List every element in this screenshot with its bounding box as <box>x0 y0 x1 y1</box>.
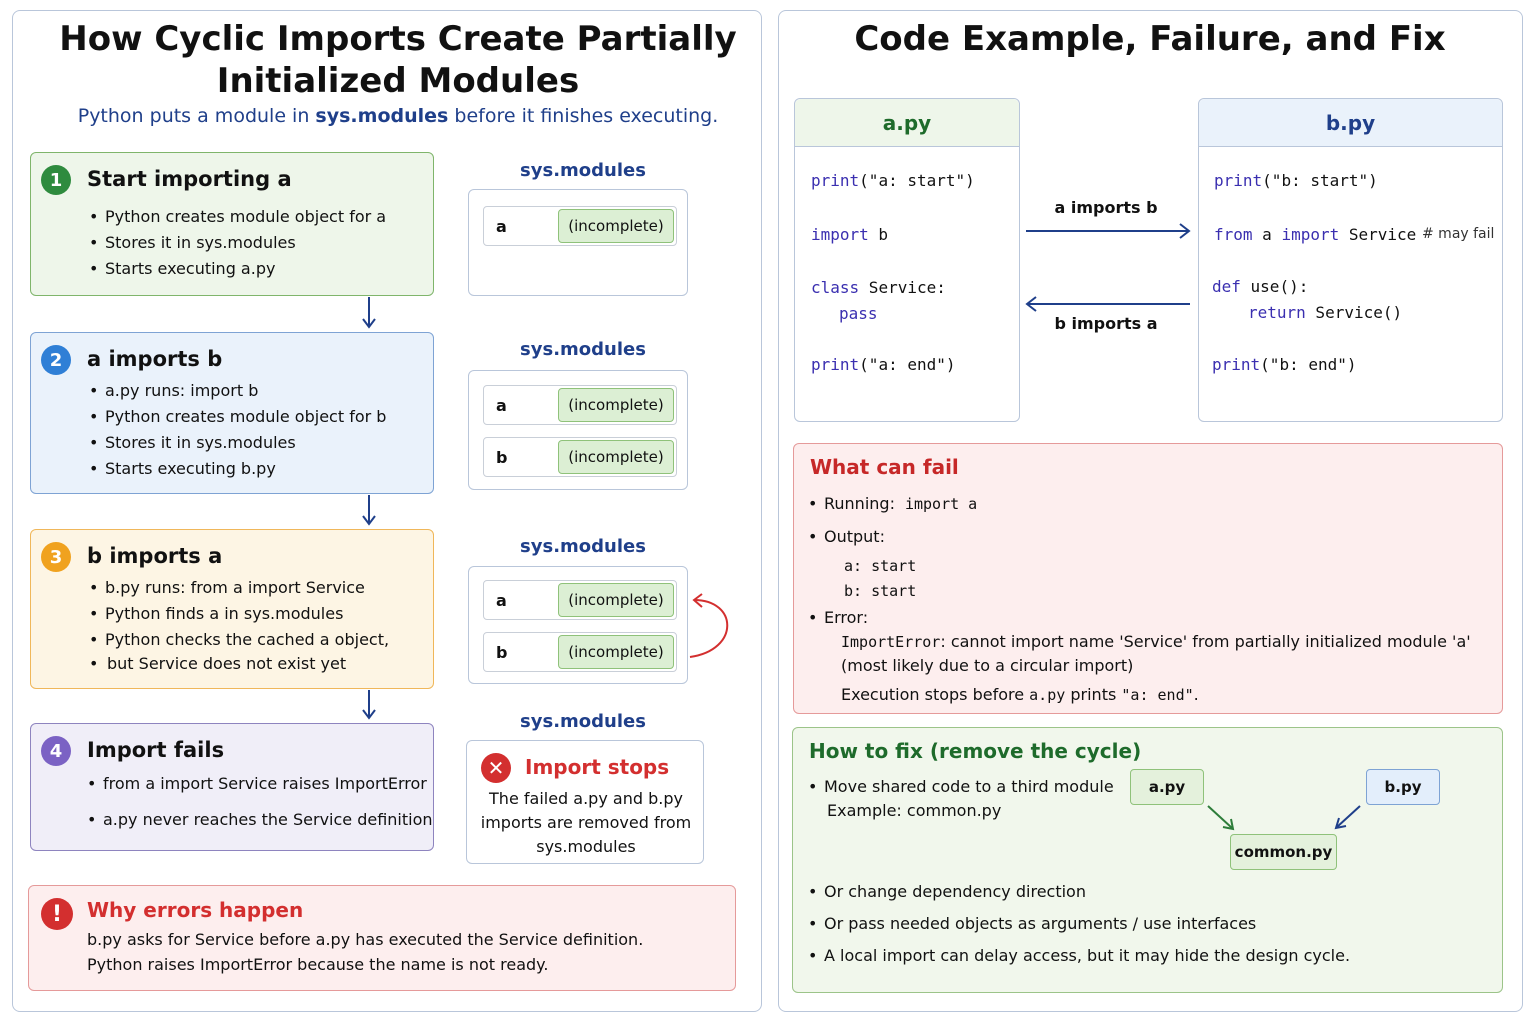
a-py-header: a.py <box>795 99 1019 147</box>
sys-modules-label: sys.modules <box>520 339 646 360</box>
error-x-icon: ✕ <box>481 753 511 783</box>
sys-modules-label: sys.modules <box>520 711 646 732</box>
sys-modules-label: sys.modules <box>520 536 646 557</box>
module-row-a: a (incomplete) <box>483 580 677 620</box>
incomplete-badge: (incomplete) <box>558 388 674 422</box>
why-errors-line: Python raises ImportError because the na… <box>87 955 549 974</box>
execution-stops-line: Execution stops before a.py prints "a: e… <box>841 685 1199 704</box>
output-line: a: start <box>844 557 917 575</box>
fix-bullet: Or pass needed objects as arguments / us… <box>808 914 1256 933</box>
fix-example: Example: common.py <box>827 801 1002 820</box>
arrow-label-b-imports-a: b imports a <box>1054 314 1158 333</box>
output-bullet: Output: <box>808 527 885 546</box>
sys-modules-box-3: a (incomplete) b (incomplete) <box>468 566 688 684</box>
why-errors-line: b.py asks for Service before a.py has ex… <box>87 930 644 949</box>
sys-modules-box-2: a (incomplete) b (incomplete) <box>468 370 688 490</box>
error-message-line2: (most likely due to a circular import) <box>841 656 1134 675</box>
incomplete-badge: (incomplete) <box>558 635 674 669</box>
module-row-a: a (incomplete) <box>483 206 677 246</box>
b-py-comment: # may fail <box>1422 226 1495 242</box>
a-py-code-line: print("a: start") <box>811 171 975 190</box>
module-row-a: a (incomplete) <box>483 385 677 425</box>
import-stops-line: The failed a.py and b.py <box>489 789 683 808</box>
b-py-header: b.py <box>1199 99 1502 147</box>
a-py-code-line: pass <box>839 304 878 323</box>
a-py-code-line: class Service: <box>811 278 946 297</box>
import-stops-line: imports are removed from <box>480 813 692 832</box>
output-line: b: start <box>844 582 917 600</box>
running-bullet: Running:import a <box>808 494 977 513</box>
import-stops-title: Import stops <box>525 755 670 779</box>
fix-bullet: A local import can delay access, but it … <box>808 946 1350 965</box>
module-row-b: b (incomplete) <box>483 632 677 672</box>
why-errors-box: ! Why errors happen b.py asks for Servic… <box>28 885 736 991</box>
fix-module-b-py: b.py <box>1366 769 1440 805</box>
right-title: Code Example, Failure, and Fix <box>854 19 1446 59</box>
module-row-b: b (incomplete) <box>483 437 677 477</box>
a-py-code-line: print("a: end") <box>811 355 956 374</box>
fix-module-a-py: a.py <box>1130 769 1204 805</box>
module-name: b <box>496 643 508 662</box>
module-name: a <box>496 591 507 610</box>
b-py-code-line: return Service() <box>1248 303 1403 322</box>
fix-arrows <box>1207 805 1361 831</box>
incomplete-badge: (incomplete) <box>558 209 674 243</box>
what-can-fail-box: What can fail Running:import a Output: a… <box>793 443 1503 714</box>
what-can-fail-title: What can fail <box>810 455 959 479</box>
import-stops-line: sys.modules <box>536 837 636 856</box>
b-py-code-line: def use(): <box>1212 277 1309 296</box>
cycle-arrow <box>689 593 729 658</box>
module-name: a <box>496 217 507 236</box>
import-stops-text: The failed a.py and b.py imports are rem… <box>467 787 705 859</box>
incomplete-badge: (incomplete) <box>558 583 674 617</box>
fix-bullet: Or change dependency direction <box>808 882 1086 901</box>
sys-modules-label: sys.modules <box>520 160 646 181</box>
error-message: ImportError: cannot import name 'Service… <box>841 632 1471 651</box>
why-errors-title: Why errors happen <box>87 898 304 922</box>
incomplete-badge: (incomplete) <box>558 440 674 474</box>
how-to-fix-box: How to fix (remove the cycle) Move share… <box>792 727 1503 993</box>
step-arrows <box>362 297 729 720</box>
fix-bullet: Move shared code to a third module <box>808 777 1114 796</box>
import-arrows <box>1025 223 1191 312</box>
import-stops-box: ✕ Import stops The failed a.py and b.py … <box>466 740 704 864</box>
exclamation-icon: ! <box>41 898 73 930</box>
b-py-code-line: print("b: start") <box>1214 171 1378 190</box>
b-py-code-line: print("b: end") <box>1212 355 1357 374</box>
module-name: a <box>496 396 507 415</box>
how-to-fix-title: How to fix (remove the cycle) <box>809 739 1142 763</box>
sys-modules-box-1: a (incomplete) <box>468 189 688 296</box>
fix-module-common-py: common.py <box>1230 834 1337 870</box>
b-py-code-line: from a import Service <box>1214 225 1417 244</box>
error-bullet: Error: <box>808 608 868 627</box>
a-py-code-line: import b <box>811 225 889 244</box>
module-name: b <box>496 448 508 467</box>
